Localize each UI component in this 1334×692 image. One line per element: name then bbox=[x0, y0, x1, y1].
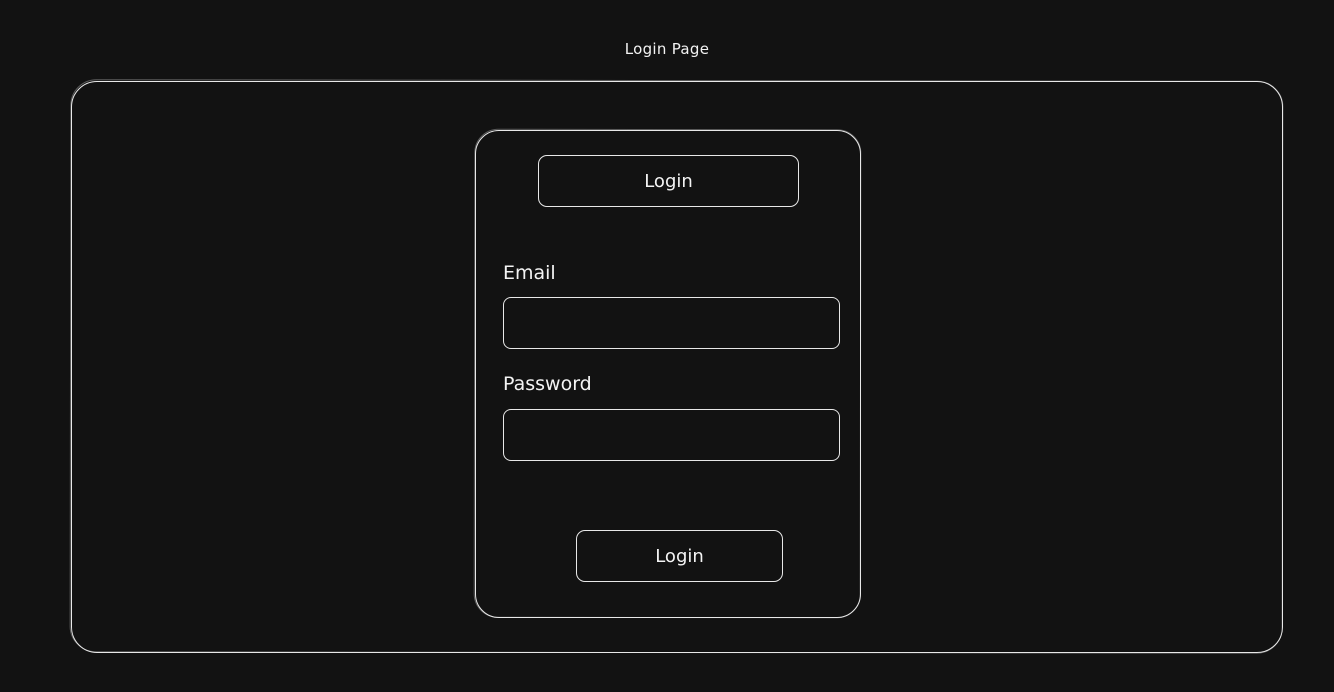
email-label: Email bbox=[503, 262, 556, 284]
email-field[interactable] bbox=[503, 297, 840, 349]
page-title: Login Page bbox=[624, 40, 710, 58]
login-submit-button[interactable]: Login bbox=[576, 530, 783, 582]
wireframe-canvas: Login Page Login Email Password Login bbox=[0, 0, 1334, 692]
password-label: Password bbox=[503, 373, 592, 395]
login-header-button[interactable]: Login bbox=[538, 155, 799, 207]
password-field[interactable] bbox=[503, 409, 840, 461]
